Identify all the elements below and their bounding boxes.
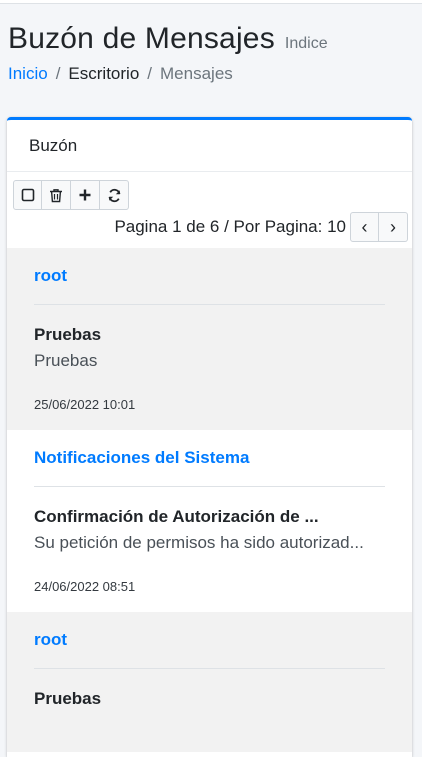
pagination: Pagina 1 de 6 / Por Pagina: 10 ‹ › <box>114 212 408 242</box>
mailbox-toolbar: Pagina 1 de 6 / Por Pagina: 10 ‹ › <box>7 172 412 248</box>
title-row: Buzón de Mensajes Indice <box>8 22 414 56</box>
select-all-button[interactable] <box>13 180 42 210</box>
plus-icon <box>79 189 91 201</box>
pagination-info: Pagina 1 de 6 / Por Pagina: 10 <box>114 217 346 236</box>
message-date: 24/06/2022 08:51 <box>34 579 136 594</box>
message-item[interactable]: root Pruebas <box>7 612 412 752</box>
chevron-left-icon: ‹ <box>361 216 368 237</box>
prev-page-button[interactable]: ‹ <box>350 212 379 242</box>
breadcrumb-separator: / <box>147 64 153 83</box>
breadcrumb-escritorio[interactable]: Escritorio <box>68 64 139 84</box>
message-sender[interactable]: root <box>34 248 385 304</box>
inbox-card: Buzón Pagina 1 de 6 / Por Pagina: 10 ‹ ›… <box>7 117 412 757</box>
tool-button-group <box>13 180 406 210</box>
next-page-button[interactable]: › <box>379 212 408 242</box>
breadcrumb: Inicio / Escritorio / Mensajes <box>8 64 414 84</box>
trash-icon <box>50 188 62 202</box>
card-title: Buzón <box>29 135 78 155</box>
message-sender[interactable]: Notificaciones del Sistema <box>34 430 385 486</box>
message-date: 25/06/2022 10:01 <box>34 397 136 412</box>
message-subject: Confirmación de Autorización de ... <box>34 507 319 526</box>
checkbox-icon <box>21 188 34 202</box>
message-item[interactable]: Notificaciones del Sistema Confirmación … <box>7 430 412 612</box>
page-subtitle: Indice <box>284 35 328 52</box>
refresh-icon <box>108 188 120 202</box>
refresh-button[interactable] <box>100 180 129 210</box>
message-subject: Pruebas <box>34 325 102 344</box>
card-header: Buzón <box>7 120 412 172</box>
message-item[interactable]: root Pruebas Pruebas 25/06/2022 10:01 <box>7 248 412 430</box>
message-preview: Pruebas <box>34 351 98 370</box>
message-date <box>34 711 385 752</box>
chevron-right-icon: › <box>390 216 396 237</box>
message-subject: Pruebas <box>34 689 102 708</box>
page-title: Buzón de Mensajes <box>8 22 275 55</box>
compose-button[interactable] <box>71 180 100 210</box>
message-sender[interactable]: root <box>34 612 385 668</box>
breadcrumb-current: Mensajes <box>160 64 233 83</box>
breadcrumb-home-link[interactable]: Inicio <box>8 64 48 84</box>
delete-button[interactable] <box>42 180 71 210</box>
content-header: Buzón de Mensajes Indice Inicio / Escrit… <box>0 4 422 84</box>
breadcrumb-separator: / <box>55 64 61 83</box>
message-preview: Su petición de permisos ha sido autoriza… <box>34 533 364 552</box>
